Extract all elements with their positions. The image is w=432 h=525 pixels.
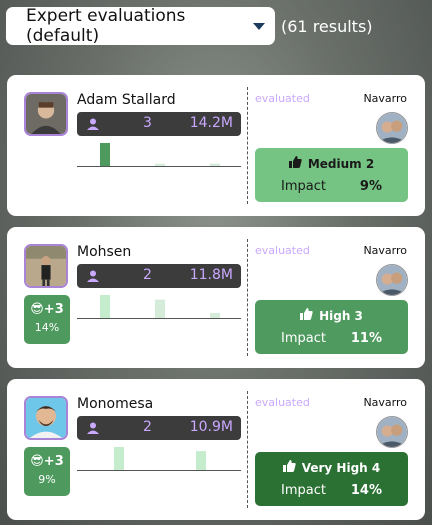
stats-bar: 2 11.8M (77, 264, 241, 288)
evaluator-avatar[interactable] (376, 112, 408, 144)
evaluation-count: 2 (143, 419, 152, 435)
sunglasses-emoji-icon: 😎 (30, 302, 44, 317)
impact-label: Impact (281, 331, 326, 346)
impact-label: Impact (281, 483, 326, 498)
results-count: (61 results) (281, 16, 373, 36)
divider (247, 87, 248, 204)
impact-box: High 3 Impact 11% (255, 300, 408, 354)
chart-bar (196, 451, 206, 470)
divider (247, 239, 248, 356)
funding-value: 10.9M (189, 419, 233, 435)
thumbs-up-icon (288, 156, 302, 168)
evaluation-count: 2 (143, 267, 152, 283)
candidate-card[interactable]: Adam Stallard 3 14.2M evaluated Navarro … (7, 75, 425, 216)
stats-bar: 2 10.9M (77, 416, 241, 440)
chart-bar (155, 163, 165, 166)
impact-label: Impact (281, 179, 326, 194)
person-icon (87, 422, 99, 434)
candidate-name[interactable]: Adam Stallard (77, 92, 176, 108)
impact-level: Medium 2 (307, 157, 375, 171)
impact-box: Very High 4 Impact 14% (255, 452, 408, 506)
evaluator-name[interactable]: Navarro (363, 92, 407, 105)
thumbs-up-icon (300, 308, 313, 320)
badge-percent: 9% (38, 473, 56, 486)
impact-level: High 3 (319, 309, 363, 323)
avatar[interactable] (24, 244, 68, 288)
chart-bar (100, 295, 110, 318)
emoji-badge[interactable]: 😎+3 9% (24, 447, 70, 496)
evaluated-label: evaluated (255, 92, 310, 105)
evaluation-count: 3 (143, 115, 152, 131)
topbar: Expert evaluations (default) (61 results… (6, 6, 373, 46)
chart-bar (114, 447, 124, 470)
impact-percent: 14% (350, 483, 382, 498)
emoji-badge[interactable]: 😎+3 14% (24, 295, 70, 344)
chevron-down-icon (253, 22, 265, 30)
funding-value: 11.8M (189, 267, 233, 283)
impact-box: Medium 2 Impact 9% (255, 148, 408, 202)
chart-bar (155, 299, 165, 318)
chart-bar (210, 312, 220, 318)
badge-count: +3 (43, 454, 64, 469)
mini-bar-chart (77, 295, 241, 319)
person-icon (87, 270, 99, 282)
sort-dropdown-label: Expert evaluations (default) (26, 6, 186, 46)
divider (247, 391, 248, 508)
evaluator-name[interactable]: Navarro (363, 244, 407, 257)
evaluator-avatar[interactable] (376, 416, 408, 448)
evaluator-name[interactable]: Navarro (363, 396, 407, 409)
badge-percent: 14% (34, 321, 60, 334)
candidate-card[interactable]: Monomesa 2 10.9M 😎+3 9% evaluated Navarr… (7, 379, 425, 520)
impact-percent: 9% (359, 179, 382, 194)
person-icon (87, 118, 99, 130)
thumbs-up-icon (282, 460, 296, 472)
avatar[interactable] (24, 396, 68, 440)
badge-count: +3 (43, 302, 64, 317)
sort-dropdown[interactable]: Expert evaluations (default) (6, 6, 275, 46)
funding-value: 14.2M (189, 115, 233, 131)
impact-percent: 11% (350, 331, 382, 346)
evaluator-avatar[interactable] (376, 264, 408, 296)
mini-bar-chart (77, 447, 241, 471)
candidate-card[interactable]: Mohsen 2 11.8M 😎+3 14% evaluated Navarro… (7, 227, 425, 368)
candidate-name[interactable]: Monomesa (77, 396, 153, 412)
mini-bar-chart (77, 143, 241, 167)
impact-level: Very High 4 (301, 461, 381, 475)
evaluated-label: evaluated (255, 244, 310, 257)
stats-bar: 3 14.2M (77, 112, 241, 136)
chart-bar (100, 143, 110, 166)
candidate-name[interactable]: Mohsen (77, 244, 131, 260)
evaluated-label: evaluated (255, 396, 310, 409)
avatar[interactable] (24, 92, 68, 136)
chart-bar (210, 163, 220, 166)
sunglasses-emoji-icon: 😎 (30, 454, 44, 469)
